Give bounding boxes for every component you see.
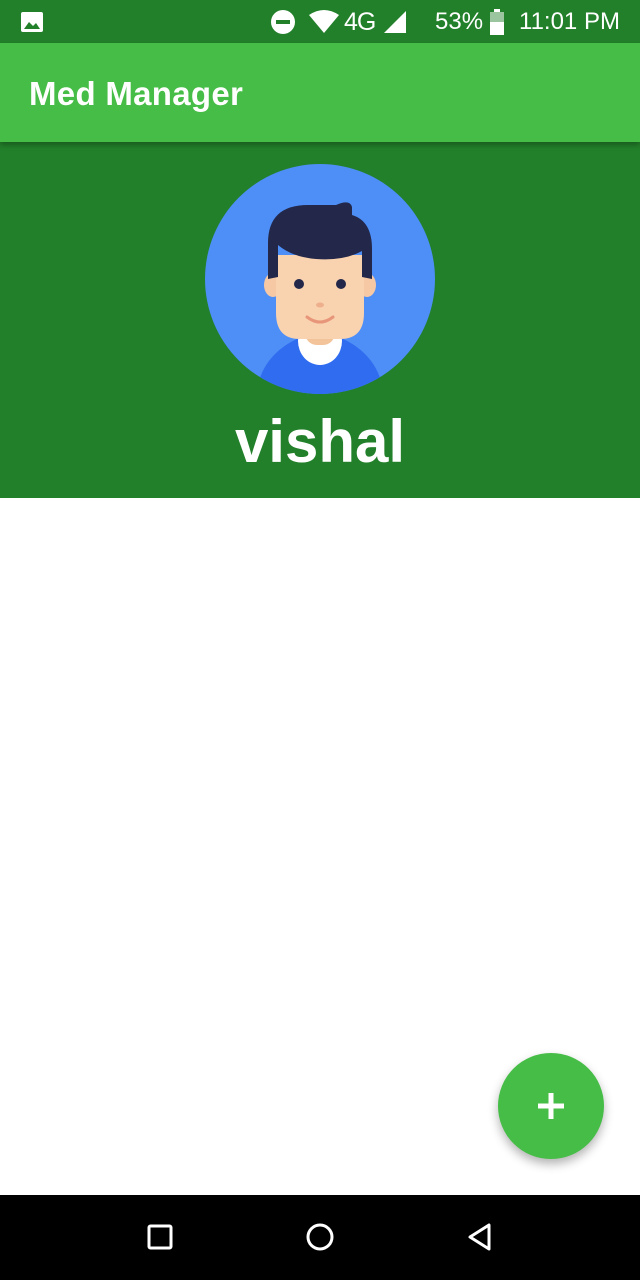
profile-header: vishal [0,142,640,498]
back-button[interactable] [458,1215,502,1259]
navigation-bar [0,1195,640,1280]
gallery-icon [21,12,43,32]
home-button[interactable] [298,1215,342,1259]
back-icon [468,1223,491,1251]
recents-button[interactable] [138,1215,182,1259]
status-bar: 4G 53% 11:01 PM [0,0,640,43]
recents-icon [147,1224,173,1250]
home-icon [306,1223,334,1251]
network-type-label: 4G [344,8,376,36]
signal-icon [384,11,406,33]
user-name: vishal [234,408,406,475]
battery-percentage: 53% [435,8,484,35]
app-title: Med Manager [29,75,244,112]
status-clock: 11:01 PM [519,8,620,35]
add-button[interactable] [498,1053,604,1159]
app-bar: Med Manager [0,43,640,142]
avatar-boy-icon[interactable] [204,163,436,395]
wifi-icon [309,10,339,33]
plus-icon [538,1093,564,1119]
battery-icon [490,9,504,35]
dnd-icon [271,10,295,34]
